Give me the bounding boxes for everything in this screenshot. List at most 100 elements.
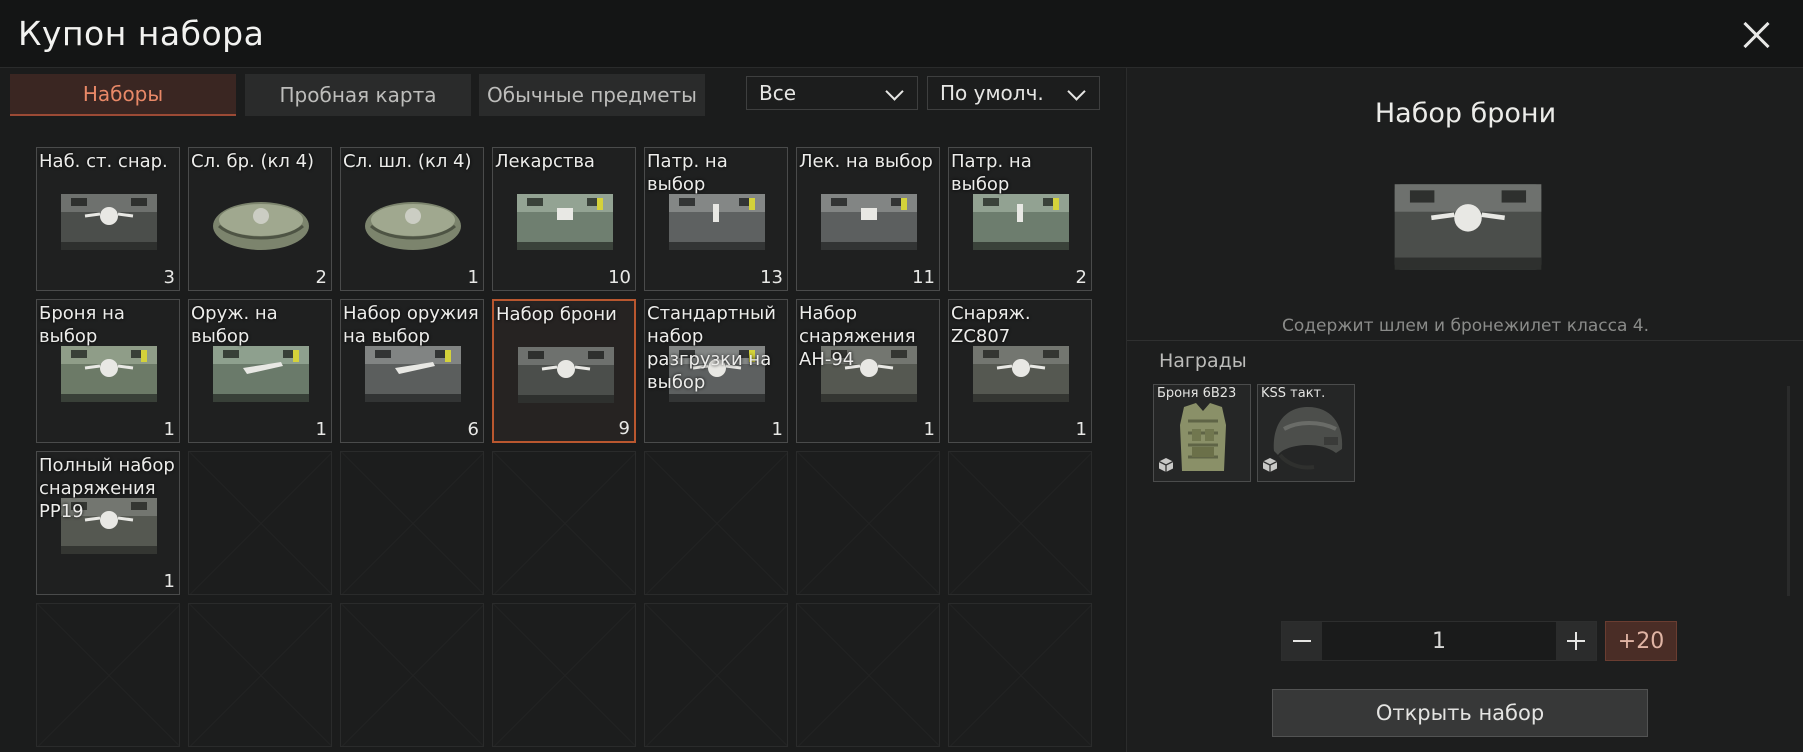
kit-item-count: 2 xyxy=(315,267,327,288)
green-crate-medical-icon xyxy=(517,194,613,250)
tab-regular-items[interactable]: Обычные предметы xyxy=(479,74,705,116)
kit-item-label: Набор оружия на выбор xyxy=(343,303,479,347)
kit-item[interactable]: Набор снаряжения АН-94 1 xyxy=(796,299,940,443)
kit-item-count: 11 xyxy=(912,267,935,288)
cube-icon xyxy=(1158,458,1174,472)
camo-crate-icon xyxy=(973,346,1069,402)
kit-item[interactable]: Набор оружия на выбор 6 xyxy=(340,299,484,443)
selected-kit-image xyxy=(1383,172,1553,282)
gray-crate-medical-icon xyxy=(821,194,917,250)
kit-item-count: 13 xyxy=(760,267,783,288)
chevron-down-icon xyxy=(1067,82,1086,101)
kit-item-label: Лекарства xyxy=(495,151,595,172)
green-duffel-bag-icon xyxy=(365,202,461,250)
kit-item-image xyxy=(663,186,771,258)
kit-item-count: 3 xyxy=(163,267,175,288)
kit-item-count: 1 xyxy=(315,419,327,440)
empty-slot xyxy=(492,603,636,747)
kit-item-image xyxy=(815,186,923,258)
kit-item-image xyxy=(967,186,1075,258)
reward-item-label: KSS такт. xyxy=(1261,386,1326,401)
category-filter-value: Все xyxy=(759,81,797,105)
digital-camo-crate-icon xyxy=(518,347,614,403)
sort-dropdown[interactable]: По умолч. xyxy=(927,76,1100,110)
close-icon[interactable] xyxy=(1739,18,1773,52)
empty-slot xyxy=(36,603,180,747)
kit-item-image xyxy=(359,338,467,410)
empty-slot xyxy=(188,603,332,747)
kit-item-count: 9 xyxy=(618,418,630,439)
digital-camo-crate-icon xyxy=(1394,184,1542,270)
kit-detail-panel: Набор брони Содержит шлем и бронежилет к… xyxy=(1126,68,1803,752)
kit-item-count: 1 xyxy=(771,419,783,440)
kit-item[interactable]: Оруж. на выбор 1 xyxy=(188,299,332,443)
reward-item-helmet[interactable]: KSS такт. xyxy=(1257,384,1355,482)
decrease-quantity-button[interactable] xyxy=(1282,622,1322,660)
kit-item[interactable]: Броня на выбор 1 xyxy=(36,299,180,443)
kit-item[interactable]: Сл. бр. (кл 4) 2 xyxy=(188,147,332,291)
plus-icon-vertical xyxy=(1575,632,1577,650)
kit-item[interactable]: Лек. на выбор 11 xyxy=(796,147,940,291)
empty-slot xyxy=(644,603,788,747)
green-crate-armor-icon xyxy=(61,346,157,402)
kit-item[interactable]: Патр. на выбор 2 xyxy=(948,147,1092,291)
green-crate-ammo-icon xyxy=(973,194,1069,250)
rewards-scrollbar[interactable] xyxy=(1787,386,1790,596)
kit-item-image xyxy=(967,338,1075,410)
open-kit-button[interactable]: Открыть набор xyxy=(1272,689,1648,737)
kit-item-count: 6 xyxy=(467,419,479,440)
window-title: Купон набора xyxy=(18,14,265,53)
kit-item-label: Оруж. на выбор xyxy=(191,303,278,347)
kit-item-image xyxy=(359,186,467,258)
kit-item[interactable]: Лекарства 10 xyxy=(492,147,636,291)
kit-item-label: Снаряж. ZC807 xyxy=(951,303,1031,347)
digital-camo-crate-icon xyxy=(61,194,157,250)
kit-item[interactable]: Полный набор снаряжения PP19 1 xyxy=(36,451,180,595)
kit-item-label: Лек. на выбор xyxy=(799,151,933,172)
category-filter-dropdown[interactable]: Все xyxy=(746,76,918,110)
kit-item-count: 2 xyxy=(1075,267,1087,288)
kit-item-label: Патр. на выбор xyxy=(951,151,1032,195)
kit-item-label: Набор брони xyxy=(496,304,617,325)
quantity-stepper: 1 xyxy=(1281,621,1597,661)
empty-slot xyxy=(796,451,940,595)
kit-item-image xyxy=(511,186,619,258)
reward-item-armor[interactable]: Броня 6В23 xyxy=(1153,384,1251,482)
gray-crate-ammo-icon xyxy=(669,194,765,250)
kit-item[interactable]: Снаряж. ZC807 1 xyxy=(948,299,1092,443)
chevron-down-icon xyxy=(885,82,904,101)
tab-kits[interactable]: Наборы xyxy=(10,74,236,116)
kit-item-count: 1 xyxy=(163,419,175,440)
title-bar: Купон набора xyxy=(0,0,1803,68)
kit-item[interactable]: Стандартный набор разгрузки на выбор 1 xyxy=(644,299,788,443)
kit-item-count: 1 xyxy=(923,419,935,440)
green-crate-weapon-icon xyxy=(213,346,309,402)
increase-quantity-button[interactable] xyxy=(1556,622,1596,660)
add-20-button[interactable]: +20 xyxy=(1605,621,1677,661)
kit-item-label: Броня на выбор xyxy=(39,303,125,347)
kit-item[interactable]: Сл. шл. (кл 4) 1 xyxy=(340,147,484,291)
divider xyxy=(1127,340,1803,341)
gray-crate-weapon-icon xyxy=(365,346,461,402)
kit-list-panel: Наборы Пробная карта Обычные предметы Вс… xyxy=(0,68,1124,752)
tab-trial-card[interactable]: Пробная карта xyxy=(245,74,471,116)
kit-item-label: Полный набор снаряжения PP19 xyxy=(39,455,175,522)
minus-icon xyxy=(1293,640,1311,642)
kit-coupon-window: Купон набора Наборы Пробная карта Обычны… xyxy=(0,0,1803,752)
reward-item-label: Броня 6В23 xyxy=(1157,386,1237,401)
kit-item-image xyxy=(55,338,163,410)
kit-item-image xyxy=(207,338,315,410)
kit-item[interactable]: Наб. ст. снар. 3 xyxy=(36,147,180,291)
selected-kit-description: Содержит шлем и бронежилет класса 4. xyxy=(1281,316,1650,336)
kit-item-count: 10 xyxy=(608,267,631,288)
empty-slot xyxy=(948,603,1092,747)
kit-item[interactable]: Патр. на выбор 13 xyxy=(644,147,788,291)
kit-item-selected[interactable]: Набор брони 9 xyxy=(492,299,636,443)
cube-icon xyxy=(1262,458,1278,472)
quantity-input[interactable]: 1 xyxy=(1322,622,1556,660)
empty-slot xyxy=(340,603,484,747)
kit-item-label: Патр. на выбор xyxy=(647,151,728,195)
empty-slot xyxy=(492,451,636,595)
kit-item-image xyxy=(207,186,315,258)
empty-slot xyxy=(948,451,1092,595)
